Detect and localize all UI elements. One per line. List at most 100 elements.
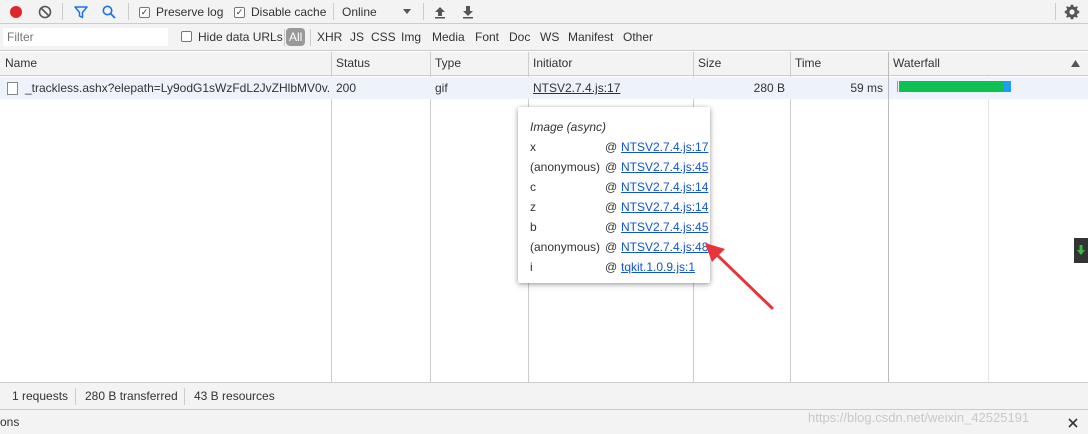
stack-frame-link[interactable]: NTSV2.7.4.js:48 — [621, 239, 708, 255]
stack-frame-at: @ — [605, 160, 618, 174]
chevron-down-icon — [403, 9, 411, 14]
clear-button[interactable] — [38, 0, 52, 24]
export-har-button[interactable] — [462, 0, 474, 24]
request-name-cell[interactable]: _trackless.ashx?elepath=Ly9odG1sWzFdL2Jv… — [0, 77, 331, 99]
filter-button[interactable] — [74, 0, 88, 24]
stack-frame-link[interactable]: NTSV2.7.4.js:14 — [621, 179, 708, 195]
table-header: Name Status Type Initiator Size Time Wat… — [0, 52, 1088, 76]
type-filter-img[interactable]: Img — [401, 28, 421, 46]
column-header-waterfall[interactable]: Waterfall — [888, 52, 1088, 75]
type-filter-ws[interactable]: WS — [540, 28, 559, 46]
record-button[interactable] — [9, 0, 23, 24]
network-toolbar: Preserve log Disable cache Online — [0, 0, 1088, 24]
request-type: gif — [435, 81, 448, 95]
stack-frame-at: @ — [605, 260, 618, 274]
stack-frame-at: @ — [605, 140, 618, 154]
stack-frame-at: @ — [605, 240, 618, 254]
summary-bar: 1 requests 280 B transferred 43 B resour… — [0, 382, 1088, 409]
preserve-log-checkbox[interactable]: Preserve log — [139, 0, 223, 24]
filter-icon — [74, 6, 88, 19]
clear-icon — [38, 5, 52, 19]
stack-frame: b @ NTSV2.7.4.js:45 — [530, 219, 710, 235]
request-initiator-cell[interactable]: NTSV2.7.4.js:17 — [528, 77, 693, 99]
stack-frame-function: i — [530, 260, 533, 274]
scroll-to-bottom-button[interactable] — [1074, 238, 1088, 263]
requests-count: 1 requests — [12, 389, 69, 403]
table-row[interactable]: _trackless.ashx?elepath=Ly9odG1sWzFdL2Jv… — [0, 77, 888, 99]
stack-frame-link[interactable]: NTSV2.7.4.js:45 — [621, 159, 708, 175]
column-header-name[interactable]: Name — [0, 52, 331, 75]
stack-frame-link[interactable]: NTSV2.7.4.js:45 — [621, 219, 708, 235]
throttling-select[interactable]: Online — [342, 0, 412, 24]
stack-frame-at: @ — [605, 180, 618, 194]
waterfall-waiting-bar — [899, 81, 1004, 92]
waterfall-download-bar — [1004, 81, 1011, 92]
waterfall-queue-bar — [897, 81, 898, 92]
type-filter-css[interactable]: CSS — [371, 28, 396, 46]
file-icon — [7, 82, 18, 96]
column-header-status[interactable]: Status — [331, 52, 430, 75]
arrow-down-icon — [1077, 245, 1085, 255]
drawer-tab-label[interactable]: ons — [0, 410, 19, 434]
upload-icon — [435, 7, 445, 19]
stack-frame-at: @ — [605, 200, 618, 214]
throttling-value: Online — [342, 5, 377, 19]
disable-cache-check[interactable] — [234, 6, 245, 18]
search-button[interactable] — [102, 0, 116, 24]
column-header-initiator[interactable]: Initiator — [528, 52, 693, 75]
resources-size: 43 B resources — [194, 389, 275, 403]
column-header-time[interactable]: Time — [790, 52, 888, 75]
type-filter-other[interactable]: Other — [623, 28, 653, 46]
type-filter-media[interactable]: Media — [432, 28, 465, 46]
settings-button[interactable] — [1064, 0, 1080, 24]
request-status: 200 — [336, 81, 357, 95]
record-icon — [10, 6, 22, 18]
column-header-type[interactable]: Type — [430, 52, 528, 75]
column-header-size[interactable]: Size — [693, 52, 790, 75]
filter-input[interactable] — [3, 28, 168, 46]
stack-frame-function: x — [530, 140, 536, 154]
stack-frame-function: c — [530, 180, 536, 194]
stack-frame-link[interactable]: tqkit.1.0.9.js:1 — [621, 259, 695, 275]
transferred-size: 280 B transferred — [85, 389, 178, 403]
type-filter-all[interactable]: All — [286, 28, 306, 46]
disable-cache-checkbox[interactable]: Disable cache — [234, 0, 326, 24]
preserve-log-label: Preserve log — [156, 5, 224, 19]
sort-ascending-icon — [1071, 60, 1080, 67]
stack-frame-function: (anonymous) — [530, 160, 601, 174]
close-icon[interactable] — [1068, 418, 1078, 428]
search-icon — [102, 5, 116, 19]
type-filter-doc[interactable]: Doc — [509, 28, 530, 46]
preserve-log-check[interactable] — [139, 6, 150, 18]
stack-frame-function: b — [530, 220, 537, 234]
disable-cache-label: Disable cache — [251, 5, 327, 19]
type-filter-font[interactable]: Font — [475, 28, 499, 46]
stack-frame-function: z — [530, 200, 536, 214]
type-filter-js[interactable]: JS — [350, 28, 364, 46]
gear-icon — [1064, 4, 1080, 20]
type-filter-manifest[interactable]: Manifest — [568, 28, 613, 46]
hide-data-urls-check[interactable] — [181, 31, 192, 42]
request-size: 280 B — [753, 81, 785, 95]
stack-frame-link[interactable]: NTSV2.7.4.js:17 — [621, 139, 708, 155]
popover-title: Image (async) — [530, 120, 607, 134]
hide-data-urls-checkbox[interactable]: Hide data URLs — [181, 23, 283, 50]
drawer-bar: ons https://blog.csdn.net/weixin_4252519… — [0, 409, 1088, 434]
stack-frame: (anonymous) @ NTSV2.7.4.js:45 — [530, 159, 710, 175]
filter-bar: Hide data URLs All XHR JS CSS Img Media … — [0, 24, 1088, 51]
request-name: _trackless.ashx?elepath=Ly9odG1sWzFdL2Jv… — [25, 81, 331, 95]
annotation-arrow — [705, 243, 774, 310]
watermark: https://blog.csdn.net/weixin_42525191 — [808, 410, 1030, 425]
stack-frame: x @ NTSV2.7.4.js:17 — [530, 139, 710, 155]
request-initiator-link[interactable]: NTSV2.7.4.js:17 — [533, 81, 620, 95]
request-time: 59 ms — [850, 81, 883, 95]
initiator-popover: Image (async) x @ NTSV2.7.4.js:17 (anony… — [518, 107, 710, 283]
download-icon — [463, 6, 473, 19]
stack-frame: z @ NTSV2.7.4.js:14 — [530, 199, 710, 215]
waterfall-cell — [889, 77, 1088, 99]
stack-frame-link[interactable]: NTSV2.7.4.js:14 — [621, 199, 708, 215]
type-filter-xhr[interactable]: XHR — [317, 28, 342, 46]
stack-frame: c @ NTSV2.7.4.js:14 — [530, 179, 710, 195]
stack-frame-at: @ — [605, 220, 618, 234]
import-har-button[interactable] — [434, 0, 446, 24]
